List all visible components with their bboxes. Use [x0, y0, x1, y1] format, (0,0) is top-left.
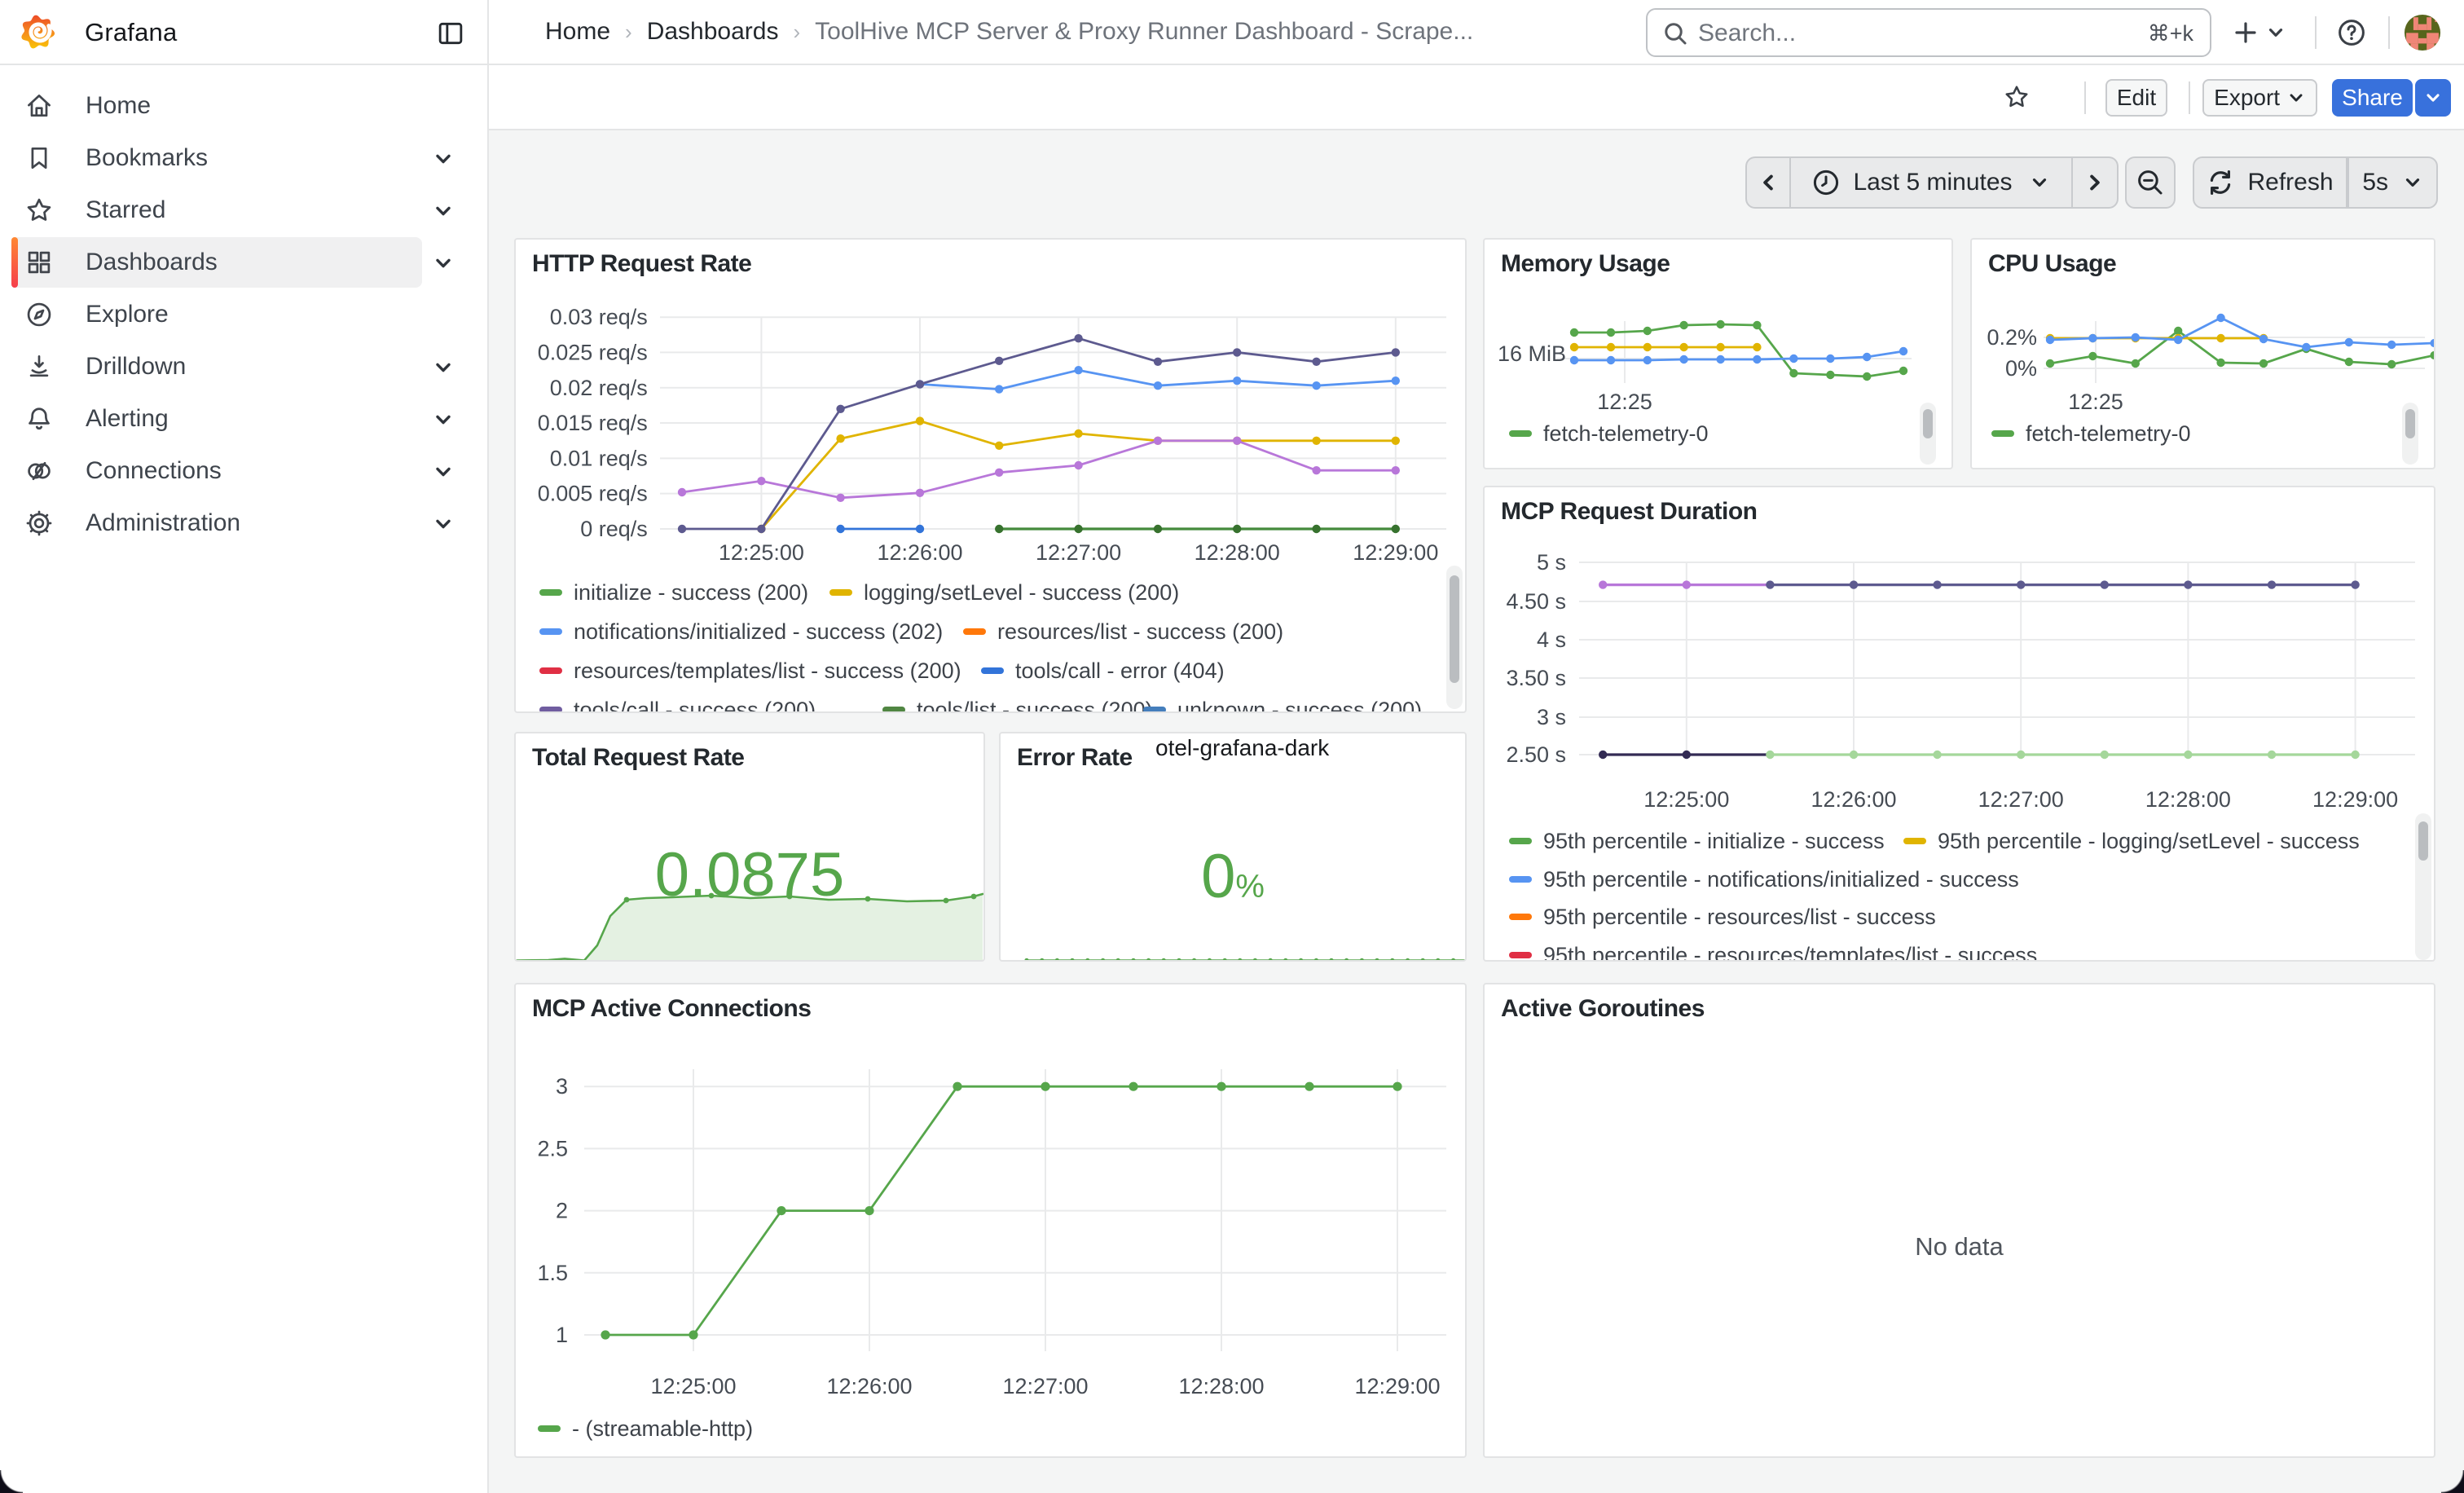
- svg-text:12:29:00: 12:29:00: [1354, 1374, 1440, 1398]
- svg-text:12:25:00: 12:25:00: [719, 540, 804, 565]
- svg-text:3: 3: [556, 1074, 568, 1099]
- svg-text:12:26:00: 12:26:00: [877, 540, 962, 565]
- svg-text:0 req/s: 0 req/s: [580, 517, 648, 541]
- svg-text:0.025 req/s: 0.025 req/s: [538, 341, 648, 365]
- svg-text:3.50 s: 3.50 s: [1506, 666, 1566, 690]
- svg-text:12:28:00: 12:28:00: [2145, 787, 2231, 812]
- svg-text:12:27:00: 12:27:00: [1036, 540, 1121, 565]
- svg-text:12:29:00: 12:29:00: [2312, 787, 2398, 812]
- svg-text:12:26:00: 12:26:00: [826, 1374, 912, 1398]
- svg-text:12:27:00: 12:27:00: [1978, 787, 2064, 812]
- svg-text:12:28:00: 12:28:00: [1195, 540, 1280, 565]
- svg-text:12:25:00: 12:25:00: [1643, 787, 1729, 812]
- svg-text:4 s: 4 s: [1537, 628, 1566, 652]
- svg-text:12:25: 12:25: [2068, 390, 2123, 414]
- svg-text:0%: 0%: [2005, 356, 2037, 381]
- svg-text:2.50 s: 2.50 s: [1506, 742, 1566, 767]
- svg-text:12:25: 12:25: [1597, 390, 1652, 414]
- svg-text:16 MiB: 16 MiB: [1498, 341, 1566, 366]
- svg-text:12:28:00: 12:28:00: [1178, 1374, 1264, 1398]
- svg-text:5 s: 5 s: [1537, 550, 1566, 575]
- svg-text:1.5: 1.5: [537, 1261, 568, 1285]
- svg-text:1: 1: [556, 1323, 568, 1347]
- svg-text:12:25:00: 12:25:00: [650, 1374, 736, 1398]
- svg-text:0.01 req/s: 0.01 req/s: [550, 446, 648, 470]
- svg-text:0.005 req/s: 0.005 req/s: [538, 482, 648, 506]
- svg-text:2.5: 2.5: [537, 1136, 568, 1160]
- svg-text:0.2%: 0.2%: [1987, 325, 2037, 350]
- svg-text:4.50 s: 4.50 s: [1506, 589, 1566, 614]
- svg-text:12:27:00: 12:27:00: [1002, 1374, 1088, 1398]
- svg-text:12:26:00: 12:26:00: [1811, 787, 1896, 812]
- svg-text:2: 2: [556, 1199, 568, 1223]
- svg-text:0.02 req/s: 0.02 req/s: [550, 376, 648, 400]
- svg-text:12:29:00: 12:29:00: [1353, 540, 1438, 565]
- svg-text:0.03 req/s: 0.03 req/s: [550, 305, 648, 329]
- svg-text:3 s: 3 s: [1537, 705, 1566, 729]
- svg-text:0.015 req/s: 0.015 req/s: [538, 411, 648, 435]
